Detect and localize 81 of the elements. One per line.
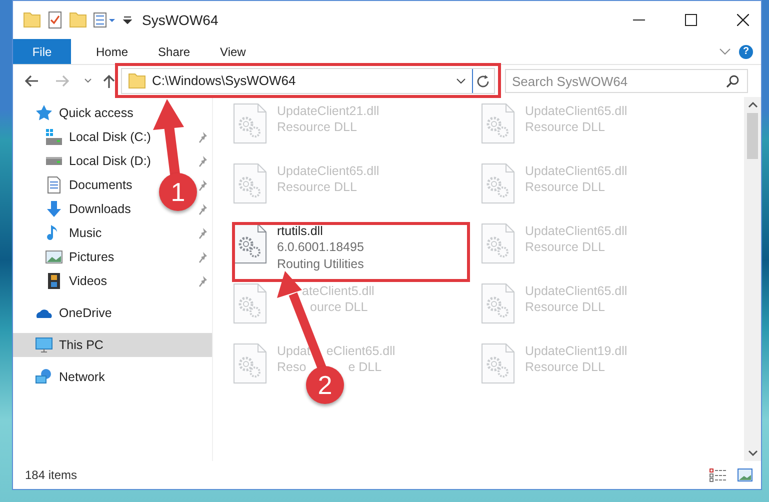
forward-icon[interactable] bbox=[54, 74, 70, 88]
file-name: UpdateClient65.dll bbox=[525, 283, 628, 299]
search-icon bbox=[726, 74, 740, 88]
view-options-icon[interactable] bbox=[93, 12, 117, 28]
large-icons-view-icon[interactable] bbox=[737, 468, 753, 482]
file-name: rtutils.dll bbox=[277, 223, 323, 239]
document-icon bbox=[45, 176, 63, 194]
sidebar-item[interactable]: This PC bbox=[35, 336, 104, 354]
sidebar-item[interactable]: OneDrive bbox=[35, 304, 112, 322]
help-icon[interactable]: ? bbox=[739, 44, 753, 58]
properties-icon[interactable] bbox=[47, 11, 63, 29]
file-detail: Routing Utilities bbox=[277, 256, 364, 273]
ribbon-tab[interactable]: Share bbox=[143, 39, 206, 64]
star-icon bbox=[35, 104, 53, 122]
back-icon[interactable] bbox=[24, 74, 40, 88]
file-detail: Resource DLL bbox=[525, 359, 605, 376]
scroll-down-icon[interactable] bbox=[748, 450, 758, 456]
file-detail: Resource DLL bbox=[525, 119, 605, 136]
folder-icon[interactable] bbox=[23, 12, 41, 28]
sidebar-item[interactable]: Quick access bbox=[35, 104, 134, 122]
scrollbar-thumb[interactable] bbox=[747, 113, 758, 159]
address-path: C:\Windows\SysWOW64 bbox=[152, 72, 296, 90]
sidebar-item[interactable]: Local Disk (C:) bbox=[45, 128, 151, 146]
sidebar-item[interactable]: Downloads bbox=[45, 200, 131, 218]
close-icon[interactable] bbox=[737, 14, 749, 26]
pin-icon[interactable] bbox=[198, 131, 208, 143]
folder-icon bbox=[128, 73, 146, 89]
file-name: UpdateClient19.dll bbox=[525, 343, 628, 359]
file-name: eClient65.dll bbox=[326, 343, 396, 359]
computer-icon bbox=[35, 336, 53, 354]
file-detail: Resource DLL bbox=[525, 239, 605, 256]
details-view-icon[interactable] bbox=[709, 468, 727, 482]
minimize-icon[interactable] bbox=[633, 19, 645, 21]
file-detail: Resource DLL bbox=[277, 119, 357, 136]
drive-icon bbox=[45, 128, 63, 146]
pin-icon[interactable] bbox=[198, 203, 208, 215]
file-tab[interactable]: File bbox=[13, 39, 71, 64]
pin-icon[interactable] bbox=[198, 275, 208, 287]
file-name: UpdateClient65.dll bbox=[277, 163, 380, 179]
network-icon bbox=[35, 368, 53, 386]
refresh-icon[interactable] bbox=[477, 74, 490, 88]
file-detail: e DLL bbox=[348, 359, 382, 376]
scroll-up-icon[interactable] bbox=[748, 102, 758, 108]
pin-icon[interactable] bbox=[198, 179, 208, 191]
item-count: 184 items bbox=[25, 467, 78, 484]
dropdown-caret-icon[interactable] bbox=[456, 78, 466, 84]
pin-icon[interactable] bbox=[198, 155, 208, 167]
sidebar-item[interactable]: Pictures bbox=[45, 248, 114, 266]
sidebar-item[interactable]: Videos bbox=[45, 272, 107, 290]
file-name: ateClient5.dll bbox=[302, 283, 374, 299]
file-name: UpdateClient65.dll bbox=[525, 163, 628, 179]
address-bar[interactable]: C:\Windows\SysWOW64 bbox=[121, 68, 495, 94]
download-icon bbox=[45, 200, 63, 218]
window-title: SysWOW64 bbox=[142, 10, 218, 30]
file-name: UpdateClient21.dll bbox=[277, 103, 380, 119]
pin-icon[interactable] bbox=[198, 251, 208, 263]
ribbon-tab[interactable]: View bbox=[205, 39, 261, 64]
pictures-icon bbox=[45, 248, 63, 266]
dropdown-caret-icon[interactable] bbox=[123, 16, 132, 24]
file-detail: Resource DLL bbox=[525, 299, 605, 316]
dll-file-icon[interactable] bbox=[233, 223, 267, 264]
file-name: UpdateClient65.dll bbox=[525, 103, 628, 119]
search-field[interactable]: Search SysWOW64 bbox=[505, 69, 748, 93]
film-icon bbox=[45, 272, 63, 290]
sidebar-item[interactable]: Local Disk (D:) bbox=[45, 152, 151, 170]
file-detail: 6.0.6001.18495 bbox=[277, 239, 364, 256]
sidebar-item[interactable]: Documents bbox=[45, 176, 132, 194]
sidebar-item[interactable]: Music bbox=[45, 224, 102, 242]
file-detail: Reso bbox=[277, 359, 306, 376]
file-detail: Resource DLL bbox=[277, 179, 357, 196]
pin-icon[interactable] bbox=[198, 227, 208, 239]
ribbon-tab[interactable]: Home bbox=[81, 39, 144, 64]
file-detail: Resource DLL bbox=[525, 179, 605, 196]
up-icon[interactable] bbox=[102, 74, 116, 88]
sidebar-item[interactable]: Network bbox=[35, 368, 105, 386]
file-name: UpdateClient65.dll bbox=[525, 223, 628, 239]
file-name: Updat bbox=[277, 343, 310, 359]
file-detail: ource DLL bbox=[310, 299, 368, 316]
maximize-icon[interactable] bbox=[685, 14, 697, 26]
new-folder-icon[interactable] bbox=[69, 12, 87, 28]
expand-ribbon-icon[interactable] bbox=[719, 48, 731, 55]
